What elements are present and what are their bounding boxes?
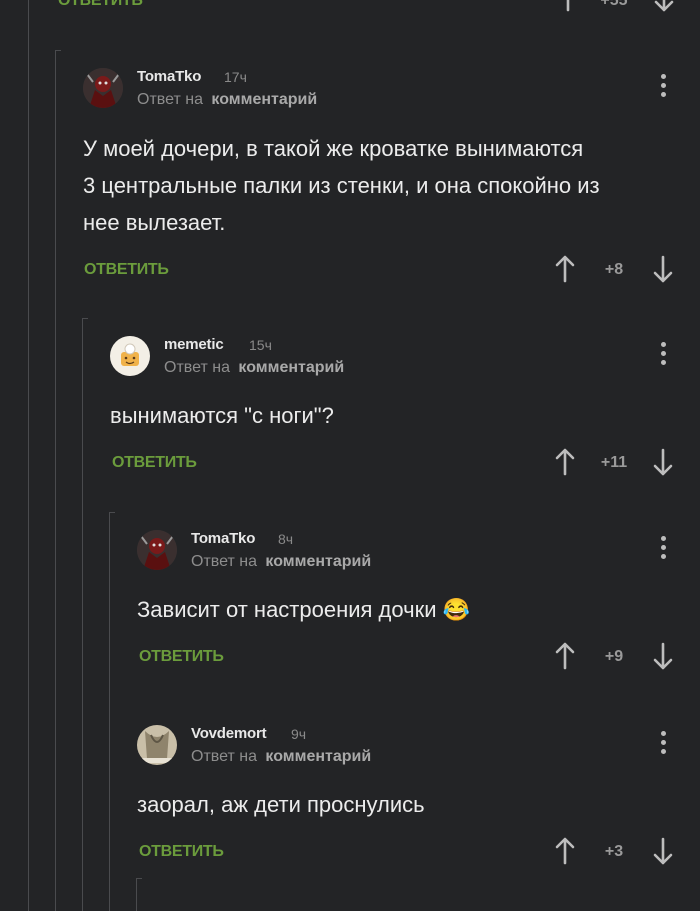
arrow-down-icon[interactable] (653, 837, 673, 865)
comment-body: У моей дочери, в такой же кроватке выним… (83, 130, 700, 241)
thread-branch (55, 50, 61, 51)
reply-to: Ответ на комментарий (164, 359, 344, 377)
arrow-up-icon[interactable] (555, 837, 575, 865)
reply-to: Ответ на комментарий (191, 748, 371, 766)
arrow-up-icon[interactable] (555, 255, 575, 283)
reply-to-prefix: Ответ на (191, 553, 257, 570)
comment-text: 3 центральные палки из стенки, и она спо… (83, 173, 600, 198)
comment-header: TomaTko 17ч Ответ на комментарий (83, 68, 700, 116)
thread-branch (136, 878, 142, 879)
comment-body: заорал, аж дети проснулись (137, 786, 700, 823)
reply-to: Ответ на комментарий (191, 553, 371, 571)
comment-text: вынимаются "с ноги"? (110, 403, 334, 428)
reply-button[interactable]: ОТВЕТИТЬ (139, 843, 224, 861)
reply-to-link[interactable]: комментарий (265, 748, 371, 765)
more-vertical-icon[interactable] (661, 731, 667, 759)
more-vertical-icon[interactable] (661, 74, 667, 102)
arrow-up-icon[interactable] (558, 0, 578, 12)
author-name[interactable]: memetic (164, 336, 224, 353)
timestamp: 8ч (278, 531, 294, 547)
reply-to-link[interactable]: комментарий (265, 553, 371, 570)
comment: TomaTko 8ч Ответ на комментарий Зависит … (137, 530, 700, 672)
arrow-down-icon[interactable] (653, 448, 673, 476)
thread-line (28, 0, 29, 911)
reply-to-prefix: Ответ на (164, 359, 230, 376)
arrow-down-icon[interactable] (653, 642, 673, 670)
arrow-down-icon[interactable] (654, 0, 674, 12)
reply-button[interactable]: ОТВЕТИТЬ (58, 0, 143, 10)
score: +9 (604, 648, 624, 665)
comment-body: Зависит от настроения дочки 😂 (137, 591, 700, 628)
arrow-up-icon[interactable] (555, 448, 575, 476)
comment-footer: ОТВЕТИТЬ +9 (137, 642, 700, 672)
reply-button[interactable]: ОТВЕТИТЬ (112, 454, 197, 472)
comment-footer-partial: ОТВЕТИТЬ +55 (58, 0, 700, 16)
reply-to-prefix: Ответ на (191, 748, 257, 765)
arrow-up-icon[interactable] (555, 642, 575, 670)
avatar[interactable] (83, 68, 123, 108)
reply-to: Ответ на комментарий (137, 91, 317, 109)
comment: TomaTko 17ч Ответ на комментарий У моей … (83, 68, 700, 285)
score: +8 (604, 261, 624, 278)
comment-header: memetic 15ч Ответ на комментарий (110, 336, 700, 384)
comment-text: Зависит от настроения дочки 😂 (137, 597, 471, 622)
reply-to-link[interactable]: комментарий (211, 91, 317, 108)
reply-button[interactable]: ОТВЕТИТЬ (139, 648, 224, 666)
thread-branch (82, 318, 88, 319)
comment-footer: ОТВЕТИТЬ +3 (137, 837, 700, 867)
thread-branch (109, 512, 115, 513)
more-vertical-icon[interactable] (661, 536, 667, 564)
reply-to-link[interactable]: комментарий (238, 359, 344, 376)
comment: Vovdemort 9ч Ответ на комментарий заорал… (137, 725, 700, 867)
comment-text: У моей дочери, в такой же кроватке выним… (83, 136, 584, 161)
comment: memetic 15ч Ответ на комментарий вынимаю… (110, 336, 700, 478)
thread-line (82, 318, 83, 911)
author-name[interactable]: TomaTko (191, 530, 255, 547)
timestamp: 9ч (291, 726, 307, 742)
thread-line (55, 50, 56, 911)
timestamp: 15ч (249, 337, 272, 353)
comment-body: вынимаются "с ноги"? (110, 397, 700, 434)
comment-header: TomaTko 8ч Ответ на комментарий (137, 530, 700, 578)
comment-header: Vovdemort 9ч Ответ на комментарий (137, 725, 700, 773)
comment-footer: ОТВЕТИТЬ +11 (110, 448, 700, 478)
author-name[interactable]: TomaTko (137, 68, 201, 85)
arrow-down-icon[interactable] (653, 255, 673, 283)
comment-text: нее вылезает. (83, 210, 226, 235)
thread-line (109, 512, 110, 911)
comment-footer: ОТВЕТИТЬ +8 (83, 255, 700, 285)
reply-button[interactable]: ОТВЕТИТЬ (84, 261, 169, 279)
score: +3 (604, 843, 624, 860)
avatar[interactable] (137, 725, 177, 765)
avatar[interactable] (110, 336, 150, 376)
timestamp: 17ч (224, 69, 247, 85)
avatar[interactable] (137, 530, 177, 570)
score: +11 (600, 454, 628, 471)
reply-to-prefix: Ответ на (137, 91, 203, 108)
score: +55 (600, 0, 628, 9)
comment-text: заорал, аж дети проснулись (137, 792, 425, 817)
author-name[interactable]: Vovdemort (191, 725, 267, 742)
thread-line (136, 878, 137, 911)
more-vertical-icon[interactable] (661, 342, 667, 370)
